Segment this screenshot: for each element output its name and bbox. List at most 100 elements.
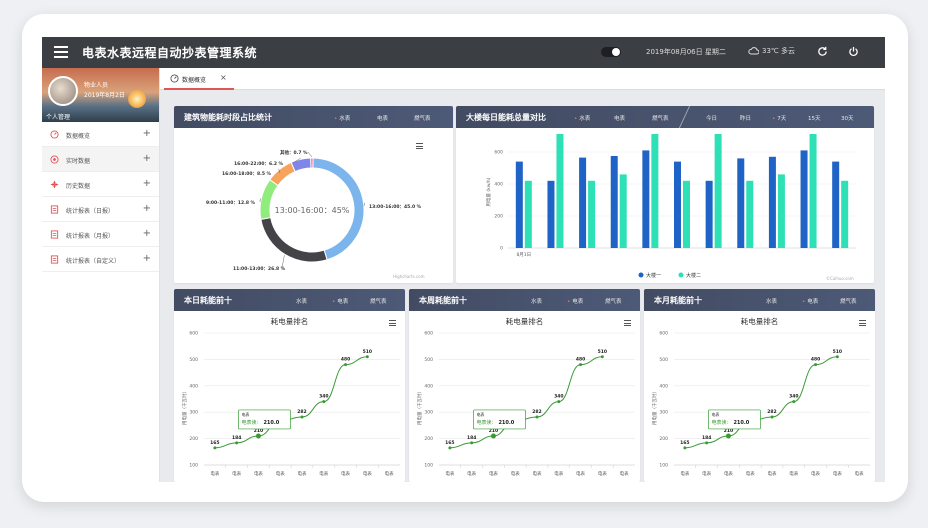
- sidebar-item[interactable]: 实时数据 +: [42, 147, 159, 172]
- chart-menu-icon[interactable]: [624, 320, 631, 326]
- sidebar-item[interactable]: 历史数据 +: [42, 172, 159, 197]
- pie-slice-label: 其他：0.7 %: [280, 149, 308, 156]
- app-screen: 电表水表远程自动抄表管理系统 2019年08月06日 星期二 33℃ 多云 物业…: [42, 37, 885, 482]
- y-tick-label: 300: [659, 410, 668, 416]
- bar: [746, 180, 754, 248]
- data-point: [490, 433, 496, 439]
- tooltip-value: 210.0: [498, 420, 514, 426]
- option-electric[interactable]: 电表: [332, 297, 348, 305]
- header-divider: [678, 106, 691, 128]
- chart-menu-icon[interactable]: [859, 320, 866, 326]
- expand-icon[interactable]: +: [143, 203, 151, 214]
- data-point: [365, 355, 369, 359]
- report-icon: [50, 205, 59, 214]
- option-gas[interactable]: 燃气表: [840, 297, 857, 305]
- sidebar-item-label: 历史数据: [66, 183, 91, 190]
- sidebar-item-label: 统计报表（月报）: [66, 233, 115, 240]
- data-label: 165: [680, 440, 689, 446]
- avatar[interactable]: [48, 76, 78, 106]
- bar: [737, 158, 745, 248]
- data-point: [770, 415, 774, 419]
- y-tick-label: 400: [659, 383, 668, 389]
- x-tick-label: 电表: [620, 470, 629, 477]
- expand-icon[interactable]: +: [143, 178, 151, 189]
- data-label: 184: [702, 435, 711, 441]
- profile-card[interactable]: 物业人员 2019年8月2日 个人管理: [42, 68, 159, 122]
- data-label: 282: [297, 409, 306, 415]
- close-icon[interactable]: ×: [220, 73, 227, 82]
- x-tick-label: 电表: [768, 470, 777, 477]
- option-electric[interactable]: 电表: [802, 297, 818, 305]
- x-tick-label: 电表: [789, 470, 798, 477]
- tooltip-label: 电表读：: [711, 419, 731, 426]
- tab-label: 数据概览: [182, 77, 207, 84]
- y-axis-label: 用电量（千瓦时）: [416, 389, 423, 425]
- x-tick-label: 电表: [680, 470, 689, 477]
- refresh-icon[interactable]: [817, 46, 828, 57]
- range-30days[interactable]: 30天: [841, 114, 854, 122]
- menu-icon[interactable]: [54, 46, 68, 58]
- line-series: [449, 356, 603, 449]
- sidebar-item[interactable]: 数据概览 +: [42, 122, 159, 147]
- y-axis-label: 用电量 (kw/h): [485, 177, 492, 206]
- pie-connector: [363, 202, 365, 207]
- option-water[interactable]: 水表: [766, 297, 777, 305]
- range-7days[interactable]: 7天: [772, 114, 786, 122]
- theme-toggle[interactable]: [601, 47, 621, 57]
- y-tick-label: 200: [189, 436, 198, 442]
- chart-menu-icon[interactable]: [389, 320, 396, 326]
- data-point: [725, 433, 731, 439]
- expand-icon[interactable]: +: [143, 253, 151, 264]
- data-point: [535, 415, 539, 419]
- pie-center-label: 13:00-16:00：45%: [275, 206, 350, 215]
- sidebar-item[interactable]: 统计报表（自定义） +: [42, 247, 159, 272]
- pie-slice-label: 16:00-18:00：8.5 %: [222, 171, 272, 177]
- sidebar-item[interactable]: 统计报表（月报） +: [42, 222, 159, 247]
- data-label: 480: [811, 357, 820, 363]
- power-icon[interactable]: [848, 46, 859, 57]
- tab-overview[interactable]: 数据概览 ×: [164, 68, 234, 90]
- expand-icon[interactable]: +: [143, 153, 151, 164]
- y-tick-label: 100: [189, 463, 198, 469]
- data-point: [600, 355, 604, 359]
- range-15days[interactable]: 15天: [808, 114, 821, 122]
- range-today[interactable]: 今日: [706, 114, 717, 122]
- y-tick-label: 200: [659, 436, 668, 442]
- line-chart: 100200300400500600用电量（千瓦时）电表 电表 电表 电表 电表 电表 电表…: [651, 331, 870, 477]
- option-water[interactable]: 水表: [334, 114, 350, 122]
- option-gas[interactable]: 燃气表: [370, 297, 387, 305]
- bar: [705, 180, 713, 248]
- bar: [579, 157, 587, 248]
- range-yesterday[interactable]: 昨日: [740, 114, 751, 122]
- expand-icon[interactable]: +: [143, 128, 151, 139]
- data-point: [235, 441, 239, 445]
- profile-label[interactable]: 个人管理: [46, 112, 70, 121]
- option-water[interactable]: 水表: [296, 297, 307, 305]
- option-electric[interactable]: 电表: [614, 114, 625, 122]
- sidebar-item[interactable]: 统计报表（日报） +: [42, 197, 159, 222]
- legend-marker: [638, 272, 644, 278]
- data-point: [579, 363, 583, 367]
- x-tick-label: 8月1日: [516, 252, 531, 258]
- x-tick-label: 电表: [746, 470, 755, 477]
- option-gas[interactable]: 燃气表: [605, 297, 622, 305]
- dashboard-icon: [170, 74, 179, 83]
- expand-icon[interactable]: +: [143, 228, 151, 239]
- tooltip-label: 电表读：: [476, 419, 496, 426]
- data-point: [322, 400, 326, 404]
- option-water[interactable]: 水表: [531, 297, 542, 305]
- user-name: 物业人员: [84, 82, 109, 89]
- panel-title: 本周耗能前十: [419, 296, 467, 305]
- option-gas[interactable]: 燃气表: [652, 114, 669, 122]
- panel-title: 本日耗能前十: [184, 296, 232, 305]
- option-gas[interactable]: 燃气表: [414, 114, 431, 122]
- option-electric[interactable]: 电表: [567, 297, 583, 305]
- x-tick-label: 电表: [276, 470, 285, 477]
- option-water[interactable]: 水表: [574, 114, 590, 122]
- bar: [800, 150, 808, 248]
- bar: [683, 180, 690, 248]
- x-tick-label: 电表: [445, 470, 454, 477]
- line-chart-title: 耗电量排名: [270, 317, 309, 326]
- data-point: [344, 363, 348, 367]
- option-electric[interactable]: 电表: [377, 114, 388, 122]
